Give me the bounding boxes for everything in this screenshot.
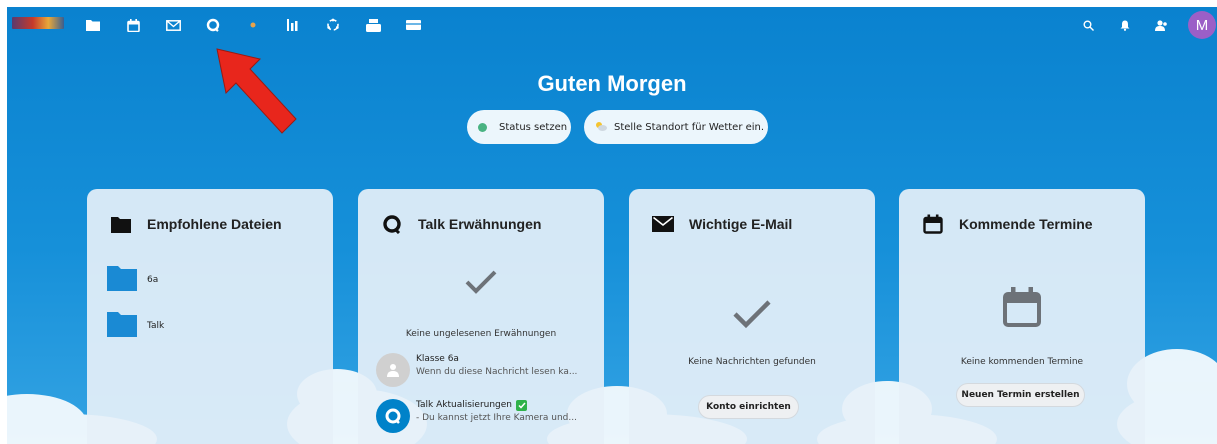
conversation-title: Talk Aktualisierungen (416, 400, 513, 410)
talk-icon (380, 213, 404, 235)
panel-header: Kommende Termine (921, 213, 1093, 235)
file-name: 6a (147, 274, 159, 285)
folder-icon (107, 311, 137, 340)
talk-app-icon[interactable] (202, 14, 224, 36)
setup-account-button[interactable]: Konto einrichten (698, 395, 799, 419)
empty-message: Keine Nachrichten gefunden (688, 357, 816, 367)
search-icon[interactable] (1077, 14, 1099, 36)
empty-message: Keine ungelesenen Erwähnungen (405, 329, 557, 339)
status-button[interactable]: Status setzen (467, 110, 571, 144)
important-mail-panel: Wichtige E-Mail Keine Nachrichten gefund… (629, 189, 875, 444)
status-dot-icon (478, 122, 487, 132)
card-app-icon[interactable] (402, 14, 424, 36)
mail-icon (651, 213, 675, 235)
calendar-app-icon[interactable] (122, 14, 144, 36)
folder-icon (109, 213, 133, 235)
create-event-button[interactable]: Neuen Termin erstellen (956, 383, 1085, 407)
user-avatar[interactable]: M (1188, 11, 1216, 39)
bell-icon[interactable] (1114, 14, 1136, 36)
file-item-6a[interactable]: 6a (107, 265, 158, 294)
file-name: Talk (147, 320, 165, 331)
panel-title: Wichtige E-Mail (689, 216, 793, 232)
panel-header: Talk Erwähnungen (380, 213, 541, 235)
talk-conversation-item[interactable]: Klasse 6a Wenn du diese Nachricht lesen … (376, 353, 588, 387)
top-navigation-bar: M (7, 7, 1217, 43)
dashboard-screen: M Guten Morgen Status setzen Stelle Stan… (7, 7, 1217, 444)
activity-app-icon[interactable] (282, 14, 304, 36)
panel-title: Empfohlene Dateien (147, 216, 282, 232)
conversation-preview: Wenn du diese Nachricht lesen ka... (416, 367, 578, 377)
talk-conversation-item[interactable]: Talk Aktualisierungen - Du kannst jetzt … (376, 399, 588, 433)
talk-mentions-panel: Talk Erwähnungen Keine ungelesenen Erwäh… (358, 189, 604, 444)
greeting-title: Guten Morgen (537, 71, 687, 96)
checkmark-icon (629, 299, 875, 329)
talk-avatar-icon (376, 399, 410, 433)
recycle-app-icon[interactable] (322, 14, 344, 36)
check-badge-icon (516, 400, 528, 411)
file-item-talk[interactable]: Talk (107, 311, 164, 340)
checkmark-icon (358, 269, 604, 295)
recommended-files-panel: Empfohlene Dateien 6a Talk (87, 189, 333, 444)
circle-app-icon[interactable] (242, 14, 264, 36)
calendar-icon (921, 213, 945, 235)
print-app-icon[interactable] (362, 14, 384, 36)
folder-icon (107, 265, 137, 294)
status-label: Status setzen (499, 121, 568, 133)
calendar-empty-icon (899, 287, 1145, 327)
sun-cloud-icon (594, 120, 608, 135)
weather-button[interactable]: Stelle Standort für Wetter ein. (584, 110, 768, 144)
conversation-title: Klasse 6a (416, 354, 459, 364)
weather-label: Stelle Standort für Wetter ein. (614, 121, 765, 133)
panel-header: Wichtige E-Mail (651, 213, 792, 235)
conversation-preview: - Du kannst jetzt Ihre Kamera und... (416, 413, 577, 423)
panel-header: Empfohlene Dateien (109, 213, 282, 235)
mail-app-icon[interactable] (162, 14, 184, 36)
panel-title: Talk Erwähnungen (418, 216, 542, 232)
files-app-icon[interactable] (82, 14, 104, 36)
panel-title: Kommende Termine (959, 216, 1093, 232)
contacts-icon[interactable] (1150, 14, 1172, 36)
group-avatar-icon (376, 353, 410, 387)
app-logo[interactable] (12, 17, 64, 29)
upcoming-events-panel: Kommende Termine Keine kommenden Termine… (899, 189, 1145, 444)
empty-message: Keine kommenden Termine (960, 357, 1084, 367)
